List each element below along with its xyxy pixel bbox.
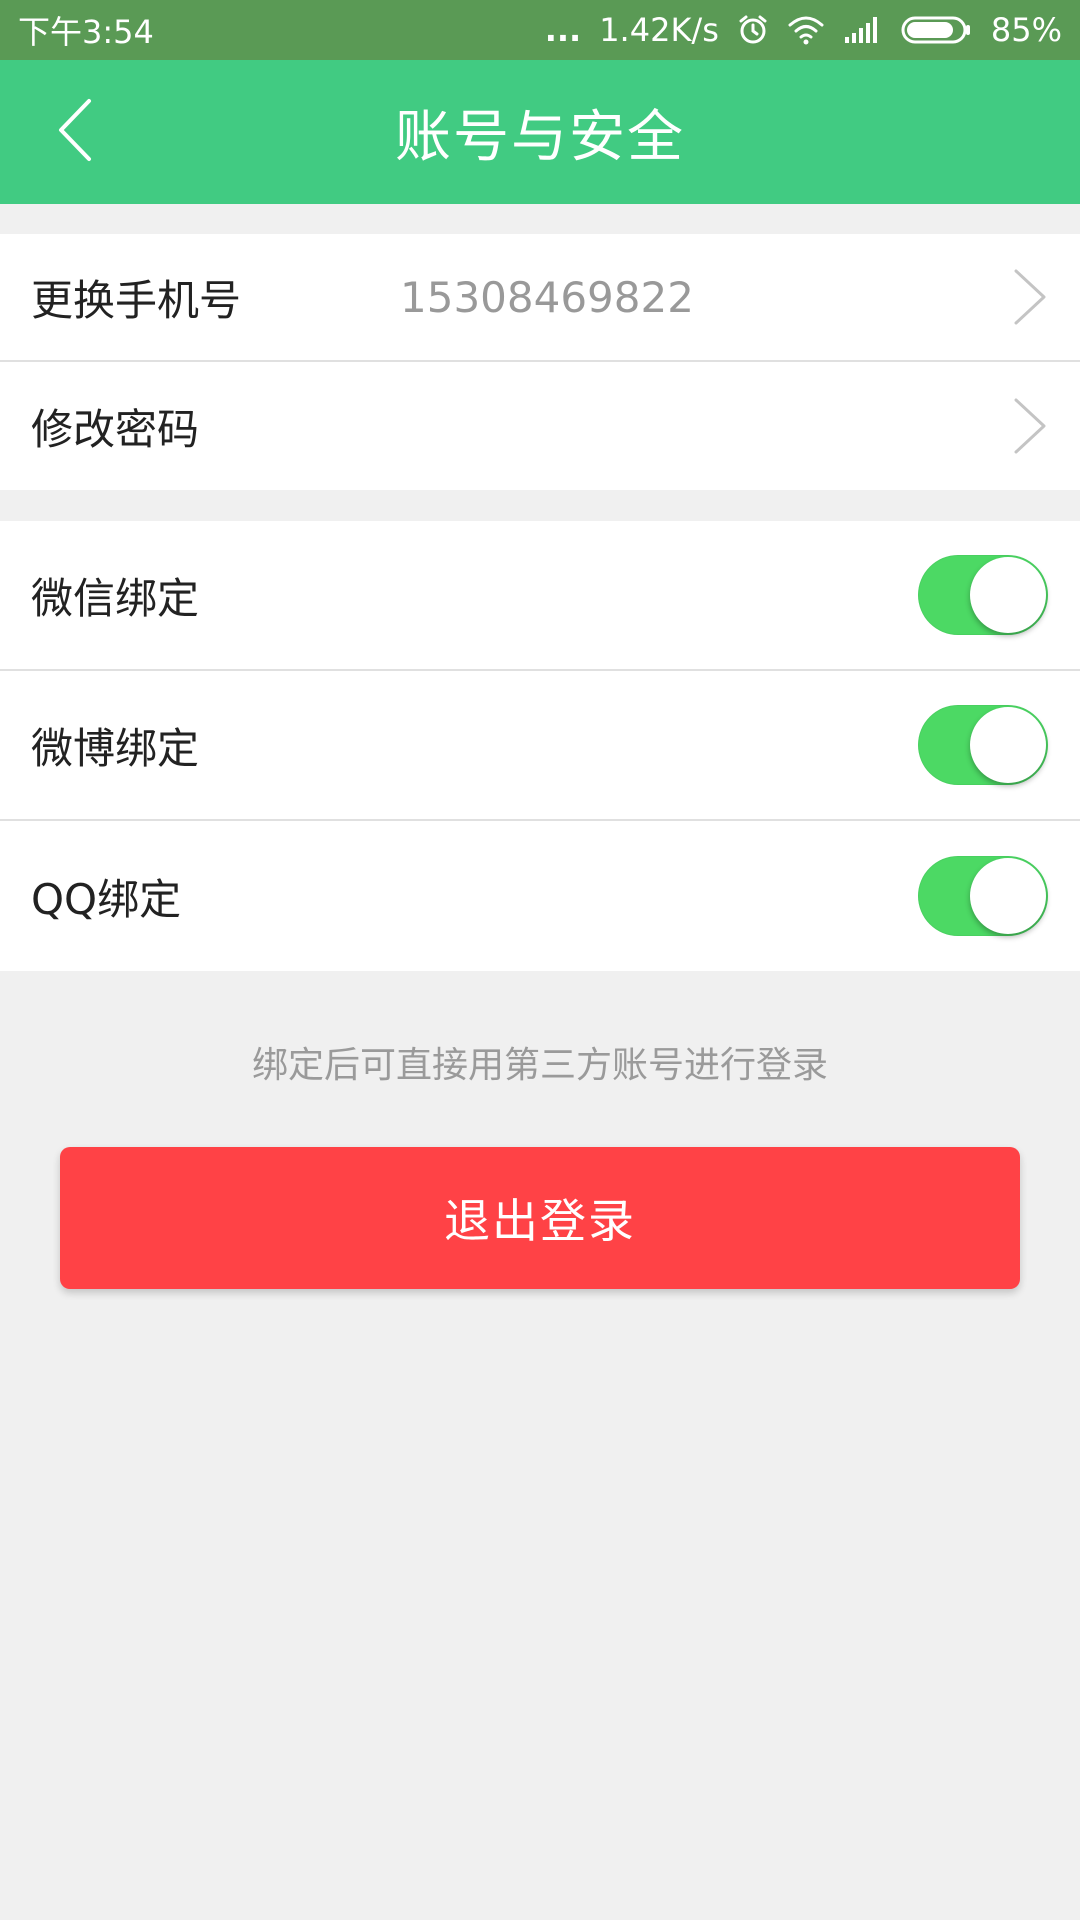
weibo-binding-row: 微博绑定 bbox=[0, 671, 1080, 821]
binding-group: 微信绑定 微博绑定 QQ绑定 bbox=[0, 521, 1080, 971]
change-password-row[interactable]: 修改密码 bbox=[0, 362, 1080, 490]
wechat-binding-label: 微信绑定 bbox=[31, 573, 200, 623]
qq-binding-label: QQ绑定 bbox=[31, 874, 182, 924]
weibo-binding-label: 微博绑定 bbox=[31, 723, 200, 773]
page-title: 账号与安全 bbox=[395, 104, 685, 170]
change-phone-row[interactable]: 更换手机号 15308469822 bbox=[0, 234, 1080, 362]
battery-icon bbox=[901, 15, 973, 45]
status-time: 下午3:54 bbox=[18, 13, 154, 51]
change-phone-label: 更换手机号 bbox=[31, 275, 242, 325]
phone-number-value: 15308469822 bbox=[400, 272, 694, 322]
qq-binding-row: QQ绑定 bbox=[0, 821, 1080, 971]
status-net-speed: 1.42K/s bbox=[599, 11, 719, 49]
battery-percent: 85% bbox=[990, 11, 1062, 49]
chevron-right-icon bbox=[1010, 396, 1050, 456]
logout-button[interactable]: 退出登录 bbox=[60, 1147, 1020, 1289]
status-bar: 下午3:54 ... 1.42K/s 85% bbox=[0, 0, 1080, 60]
wechat-binding-row: 微信绑定 bbox=[0, 521, 1080, 671]
qq-binding-toggle[interactable] bbox=[918, 856, 1048, 936]
account-group: 更换手机号 15308469822 修改密码 bbox=[0, 234, 1080, 490]
signal-icon bbox=[843, 15, 883, 45]
binding-hint: 绑定后可直接用第三方账号进行登录 bbox=[251, 1045, 828, 1086]
wifi-icon bbox=[787, 15, 825, 45]
nav-bar: 账号与安全 bbox=[0, 60, 1080, 204]
weibo-binding-toggle[interactable] bbox=[918, 705, 1048, 785]
wechat-binding-toggle[interactable] bbox=[918, 555, 1048, 635]
chevron-right-icon bbox=[1010, 267, 1050, 327]
change-password-label: 修改密码 bbox=[31, 404, 200, 454]
status-dots: ... bbox=[544, 11, 582, 49]
alarm-icon bbox=[737, 14, 769, 46]
